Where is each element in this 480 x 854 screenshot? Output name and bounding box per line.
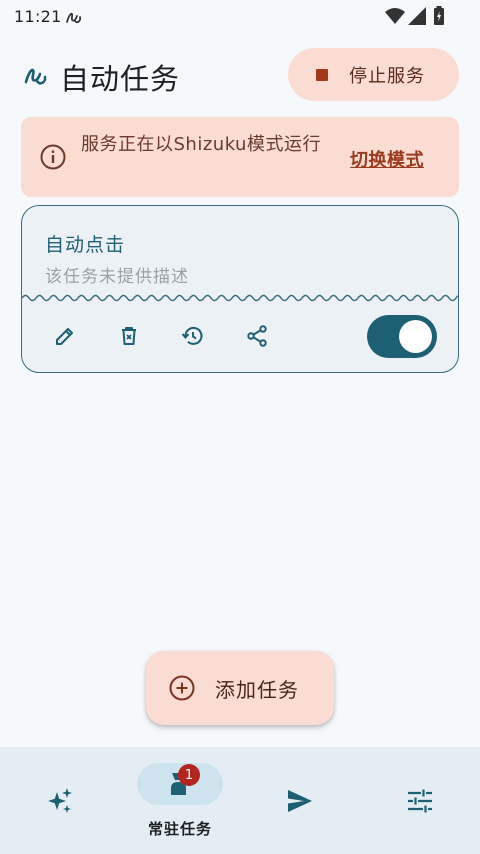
task-description: 该任务未提供描述 xyxy=(45,267,189,287)
nav-item-send[interactable] xyxy=(260,747,340,854)
nav-label-resident-tasks: 常驻任务 xyxy=(147,820,212,838)
share-task-button[interactable] xyxy=(243,322,271,350)
status-bar: 11:21 xyxy=(0,0,480,34)
status-time: 11:21 xyxy=(14,7,62,26)
toggle-knob xyxy=(399,320,432,353)
task-card[interactable]: 自动点击 该任务未提供描述 xyxy=(21,205,459,373)
wifi-icon xyxy=(385,8,405,24)
page-title: 自动任务 xyxy=(60,62,181,96)
stop-icon xyxy=(316,68,328,81)
cell-signal-icon xyxy=(408,7,426,25)
add-task-label: 添加任务 xyxy=(215,677,299,702)
automation-app-icon xyxy=(66,12,82,24)
stop-service-label: 停止服务 xyxy=(349,65,425,87)
app-logo-icon xyxy=(24,68,47,85)
switch-mode-link[interactable]: 切换模式 xyxy=(350,146,424,172)
add-circle-icon xyxy=(169,675,195,701)
info-icon xyxy=(40,144,66,170)
service-mode-text: 服务正在以Shizuku模式运行 xyxy=(81,134,321,155)
sparkle-icon xyxy=(48,788,72,813)
task-enable-toggle[interactable] xyxy=(367,315,437,358)
task-title: 自动点击 xyxy=(45,234,126,256)
nav-item-magic[interactable] xyxy=(20,747,100,854)
add-task-button[interactable]: 添加任务 xyxy=(146,651,334,725)
battery-icon xyxy=(434,6,444,25)
nav-item-settings[interactable] xyxy=(380,747,460,854)
edit-icon xyxy=(56,328,73,345)
share-icon xyxy=(247,325,267,347)
edit-task-button[interactable] xyxy=(51,322,79,350)
notification-badge: 1 xyxy=(178,764,200,786)
wave-divider xyxy=(22,294,458,302)
settings-tune-icon xyxy=(408,789,432,813)
delete-icon xyxy=(122,327,136,345)
service-mode-banner: 服务正在以Shizuku模式运行 切换模式 xyxy=(21,117,459,197)
history-icon xyxy=(181,326,203,345)
task-history-button[interactable] xyxy=(179,322,207,350)
stop-service-button[interactable]: 停止服务 xyxy=(288,48,459,101)
delete-task-button[interactable] xyxy=(115,322,143,350)
send-icon xyxy=(288,790,312,812)
bottom-navigation xyxy=(0,747,480,854)
